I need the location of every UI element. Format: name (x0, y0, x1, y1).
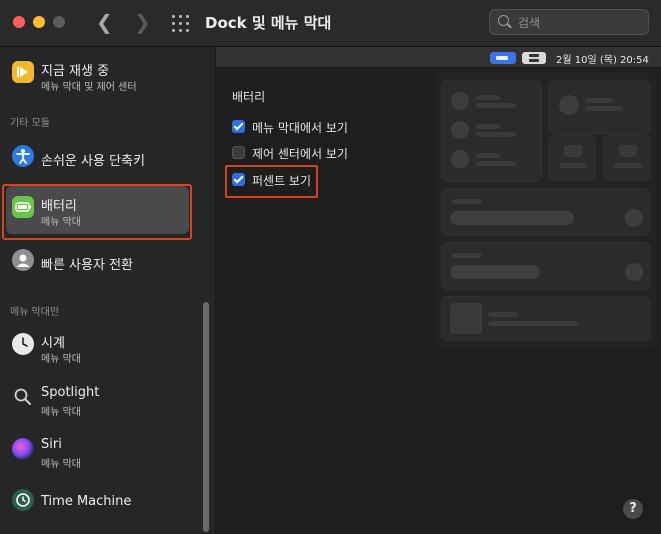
sidebar: 지금 재생 중 메뉴 막대 및 제어 센터 기타 모듈 손쉬운 사용 단축키 배… (0, 47, 216, 534)
user-icon (12, 249, 34, 271)
checkbox-show-in-menubar[interactable] (232, 120, 245, 133)
sidebar-item-accessibility-shortcuts[interactable]: 손쉬운 사용 단축키 (6, 135, 189, 183)
accessibility-icon (12, 145, 34, 167)
preview-display-slider-tile (441, 188, 651, 236)
show-all-grid-icon[interactable] (172, 15, 189, 32)
clock-icon (12, 333, 34, 355)
time-machine-icon (12, 489, 34, 511)
preview-sound-slider-tile (441, 242, 651, 290)
back-arrow-icon[interactable]: ❮ (96, 10, 113, 34)
preview-media-tile (441, 296, 651, 341)
sidebar-item-siri[interactable]: Siri 메뉴 막대 (6, 428, 189, 476)
preview-connectivity-tile (441, 80, 542, 182)
sidebar-scrollbar[interactable] (203, 302, 209, 532)
preview-small-tile-2 (603, 134, 651, 181)
checkbox-show-in-control-center[interactable] (232, 146, 245, 159)
zoom-window-button[interactable] (53, 16, 65, 28)
sidebar-item-fast-user-switching[interactable]: 빠른 사용자 전환 (6, 239, 189, 287)
section-menubar-only: 메뉴 막대만 (10, 307, 60, 318)
battery-selection-highlight (2, 184, 192, 240)
sidebar-item-time-machine[interactable]: Time Machine (6, 479, 189, 527)
minimize-window-button[interactable] (33, 16, 45, 28)
play-icon (12, 61, 34, 83)
siri-icon (12, 438, 34, 460)
control-center-icon (522, 52, 546, 64)
window-titlebar: ❮ ❯ Dock 및 메뉴 막대 (0, 0, 661, 47)
window-title: Dock 및 메뉴 막대 (205, 14, 332, 32)
search-field[interactable] (489, 9, 649, 35)
sidebar-item-spotlight[interactable]: Spotlight 메뉴 막대 (6, 376, 189, 424)
menubar-battery-icon (490, 52, 516, 64)
preview-small-tile-1 (548, 134, 596, 181)
help-button[interactable]: ? (623, 499, 643, 519)
section-other-modules: 기타 모듈 (10, 118, 50, 129)
spotlight-icon (12, 386, 34, 408)
sidebar-item-now-playing[interactable]: 지금 재생 중 메뉴 막대 및 제어 센터 (6, 51, 189, 99)
search-input[interactable] (516, 13, 640, 33)
control-center-preview (435, 72, 657, 347)
sidebar-item-clock[interactable]: 시계 메뉴 막대 (6, 323, 189, 371)
percentage-option-highlight (225, 165, 318, 198)
close-window-button[interactable] (13, 16, 25, 28)
menubar-datetime: 2월 10일 (목) 20:54 (556, 55, 649, 66)
forward-arrow-icon[interactable]: ❯ (134, 10, 151, 34)
battery-heading: 배터리 (232, 90, 266, 104)
search-icon (498, 15, 509, 26)
preview-focus-tile (548, 80, 651, 134)
